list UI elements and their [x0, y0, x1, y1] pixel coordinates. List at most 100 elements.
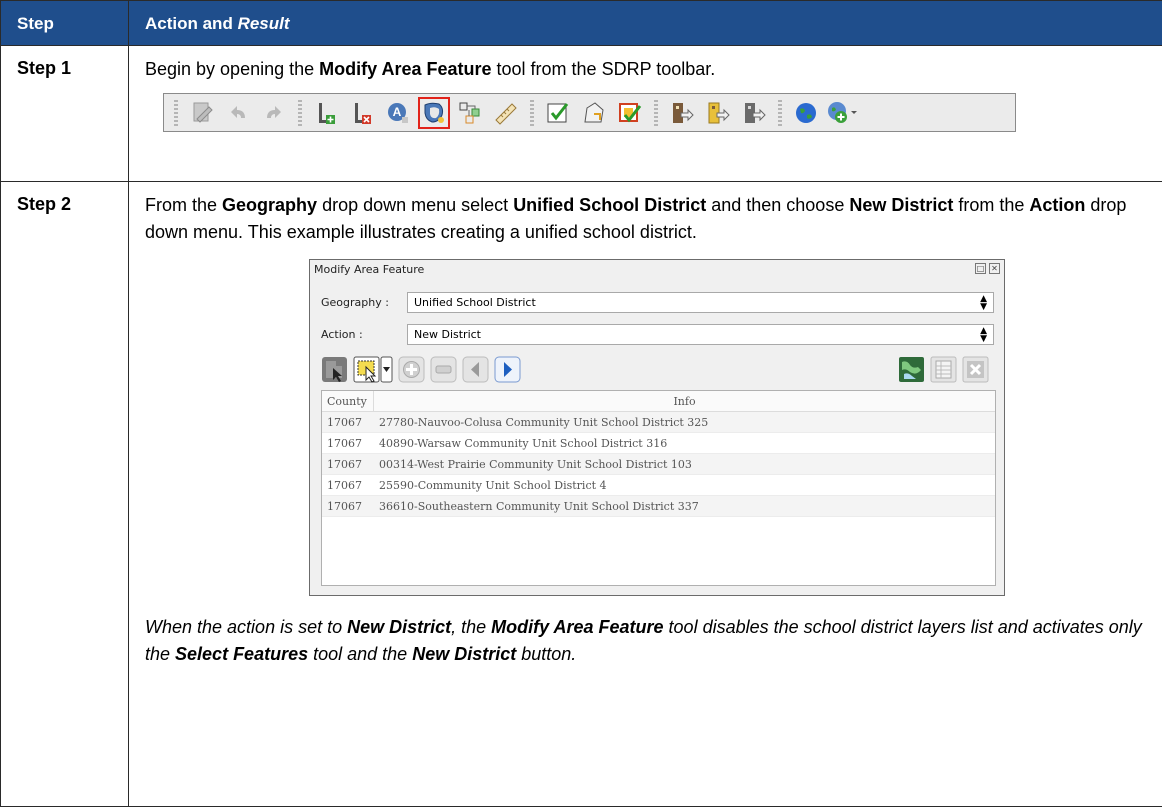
table-row[interactable]: 1706727780-Nauvoo-Colusa Community Unit …: [322, 412, 995, 433]
remove-layer-icon[interactable]: [346, 97, 378, 129]
modify-area-feature-icon[interactable]: [418, 97, 450, 129]
bold-text: Geography: [222, 195, 317, 215]
table-row[interactable]: 1706736610-Southeastern Community Unit S…: [322, 496, 995, 517]
bold-text: New District: [347, 617, 451, 637]
cell-county: 17067: [322, 500, 374, 513]
next-button[interactable]: [494, 356, 521, 383]
action-label: Action :: [321, 328, 407, 341]
bold-text: New District: [412, 644, 516, 664]
select-features-button[interactable]: [353, 356, 393, 383]
globe-icon[interactable]: [790, 97, 822, 129]
dialog-titlebar: Modify Area Feature □✕: [310, 260, 1004, 280]
geography-select[interactable]: Unified School District ▲▼: [407, 292, 994, 313]
float-icon[interactable]: □: [975, 263, 986, 274]
text: Begin by opening the: [145, 59, 319, 79]
add-button: [398, 356, 425, 383]
table-row[interactable]: 1706740890-Warsaw Community Unit School …: [322, 433, 995, 454]
action-row: Action : New District ▲▼: [321, 324, 994, 345]
add-globe-icon[interactable]: [826, 97, 858, 129]
table-row[interactable]: 1706700314-West Prairie Community Unit S…: [322, 454, 995, 475]
cell-county: 17067: [322, 458, 374, 471]
text: , the: [451, 617, 491, 637]
previous-button: [462, 356, 489, 383]
toolbar-separator: [654, 100, 658, 126]
header-action-result: Result: [238, 14, 290, 33]
step-2-text: From the Geography drop down menu select…: [145, 192, 1146, 246]
layer-select-icon[interactable]: [321, 356, 348, 383]
grid-header: County Info: [322, 391, 995, 412]
step-1-label: Step 1: [1, 46, 129, 182]
bold-text: New District: [849, 195, 953, 215]
export-icon[interactable]: [666, 97, 698, 129]
cell-county: 17067: [322, 416, 374, 429]
text: drop down menu select: [317, 195, 513, 215]
address-icon[interactable]: A: [382, 97, 414, 129]
add-layer-icon[interactable]: [310, 97, 342, 129]
text: When the action is set to: [145, 617, 347, 637]
bold-text: Select Features: [175, 644, 308, 664]
dialog-toolbar: [321, 356, 995, 384]
text: from the: [953, 195, 1029, 215]
header-row: Step Action and Result: [1, 1, 1162, 46]
cell-county: 17067: [322, 479, 374, 492]
cell-info: 27780-Nauvoo-Colusa Community Unit Schoo…: [374, 416, 708, 429]
procedure-table: Step Action and Result Step 1 Begin by o…: [0, 0, 1162, 807]
sdrp-toolbar: A: [163, 93, 1016, 132]
bold-text: Unified School District: [513, 195, 706, 215]
action-select[interactable]: New District ▲▼: [407, 324, 994, 345]
bold-text: Modify Area Feature: [319, 59, 491, 79]
cancel-icon: [962, 356, 989, 383]
table-icon: [930, 356, 957, 383]
modify-area-feature-dialog: Modify Area Feature □✕ Geography : Unifi…: [309, 259, 1005, 596]
new-district-button[interactable]: [898, 356, 925, 383]
export-gray-icon[interactable]: [738, 97, 770, 129]
review-icon[interactable]: [614, 97, 646, 129]
text: From the: [145, 195, 222, 215]
geography-label: Geography :: [321, 296, 407, 309]
measure-icon[interactable]: [490, 97, 522, 129]
step-2-row: Step 2 From the Geography drop down menu…: [1, 182, 1162, 807]
remove-button: [430, 356, 457, 383]
bold-text: Modify Area Feature: [491, 617, 663, 637]
step-2-action: From the Geography drop down menu select…: [129, 182, 1162, 807]
validate-icon[interactable]: [542, 97, 574, 129]
shape-icon[interactable]: [578, 97, 610, 129]
close-icon[interactable]: ✕: [989, 263, 1000, 274]
svg-text:A: A: [393, 105, 402, 119]
export-yellow-icon[interactable]: [702, 97, 734, 129]
updown-icon: ▲▼: [980, 295, 987, 311]
district-grid: County Info 1706727780-Nauvoo-Colusa Com…: [321, 390, 996, 586]
undo-icon[interactable]: [222, 97, 254, 129]
topology-icon[interactable]: [454, 97, 486, 129]
header-step: Step: [1, 1, 129, 46]
step-1-row: Step 1 Begin by opening the Modify Area …: [1, 46, 1162, 182]
cell-info: 40890-Warsaw Community Unit School Distr…: [374, 437, 667, 450]
toolbar-separator: [298, 100, 302, 126]
table-row[interactable]: 1706725590-Community Unit School Distric…: [322, 475, 995, 496]
cell-info: 36610-Southeastern Community Unit School…: [374, 500, 699, 513]
step-2-label: Step 2: [1, 182, 129, 807]
geography-row: Geography : Unified School District ▲▼: [321, 292, 994, 313]
column-info: Info: [374, 391, 995, 411]
result-note: When the action is set to New District, …: [145, 614, 1146, 668]
toolbar-separator: [778, 100, 782, 126]
text: tool from the SDRP toolbar.: [492, 59, 716, 79]
redo-icon[interactable]: [258, 97, 290, 129]
cell-county: 17067: [322, 437, 374, 450]
bold-text: Action: [1029, 195, 1085, 215]
toolbar-grip: [174, 100, 178, 126]
header-action-plain: Action and: [145, 14, 238, 33]
grid-body: 1706727780-Nauvoo-Colusa Community Unit …: [322, 412, 995, 517]
text: tool and the: [308, 644, 412, 664]
dialog-title: Modify Area Feature: [314, 263, 424, 276]
header-action: Action and Result: [129, 1, 1162, 46]
toolbar-separator: [530, 100, 534, 126]
cell-info: 25590-Community Unit School District 4: [374, 479, 607, 492]
step-1-text: Begin by opening the Modify Area Feature…: [145, 56, 1146, 83]
geography-value: Unified School District: [414, 296, 536, 309]
edit-icon[interactable]: [186, 97, 218, 129]
text: button.: [516, 644, 576, 664]
cell-info: 00314-West Prairie Community Unit School…: [374, 458, 692, 471]
action-value: New District: [414, 328, 481, 341]
updown-icon: ▲▼: [980, 327, 987, 343]
